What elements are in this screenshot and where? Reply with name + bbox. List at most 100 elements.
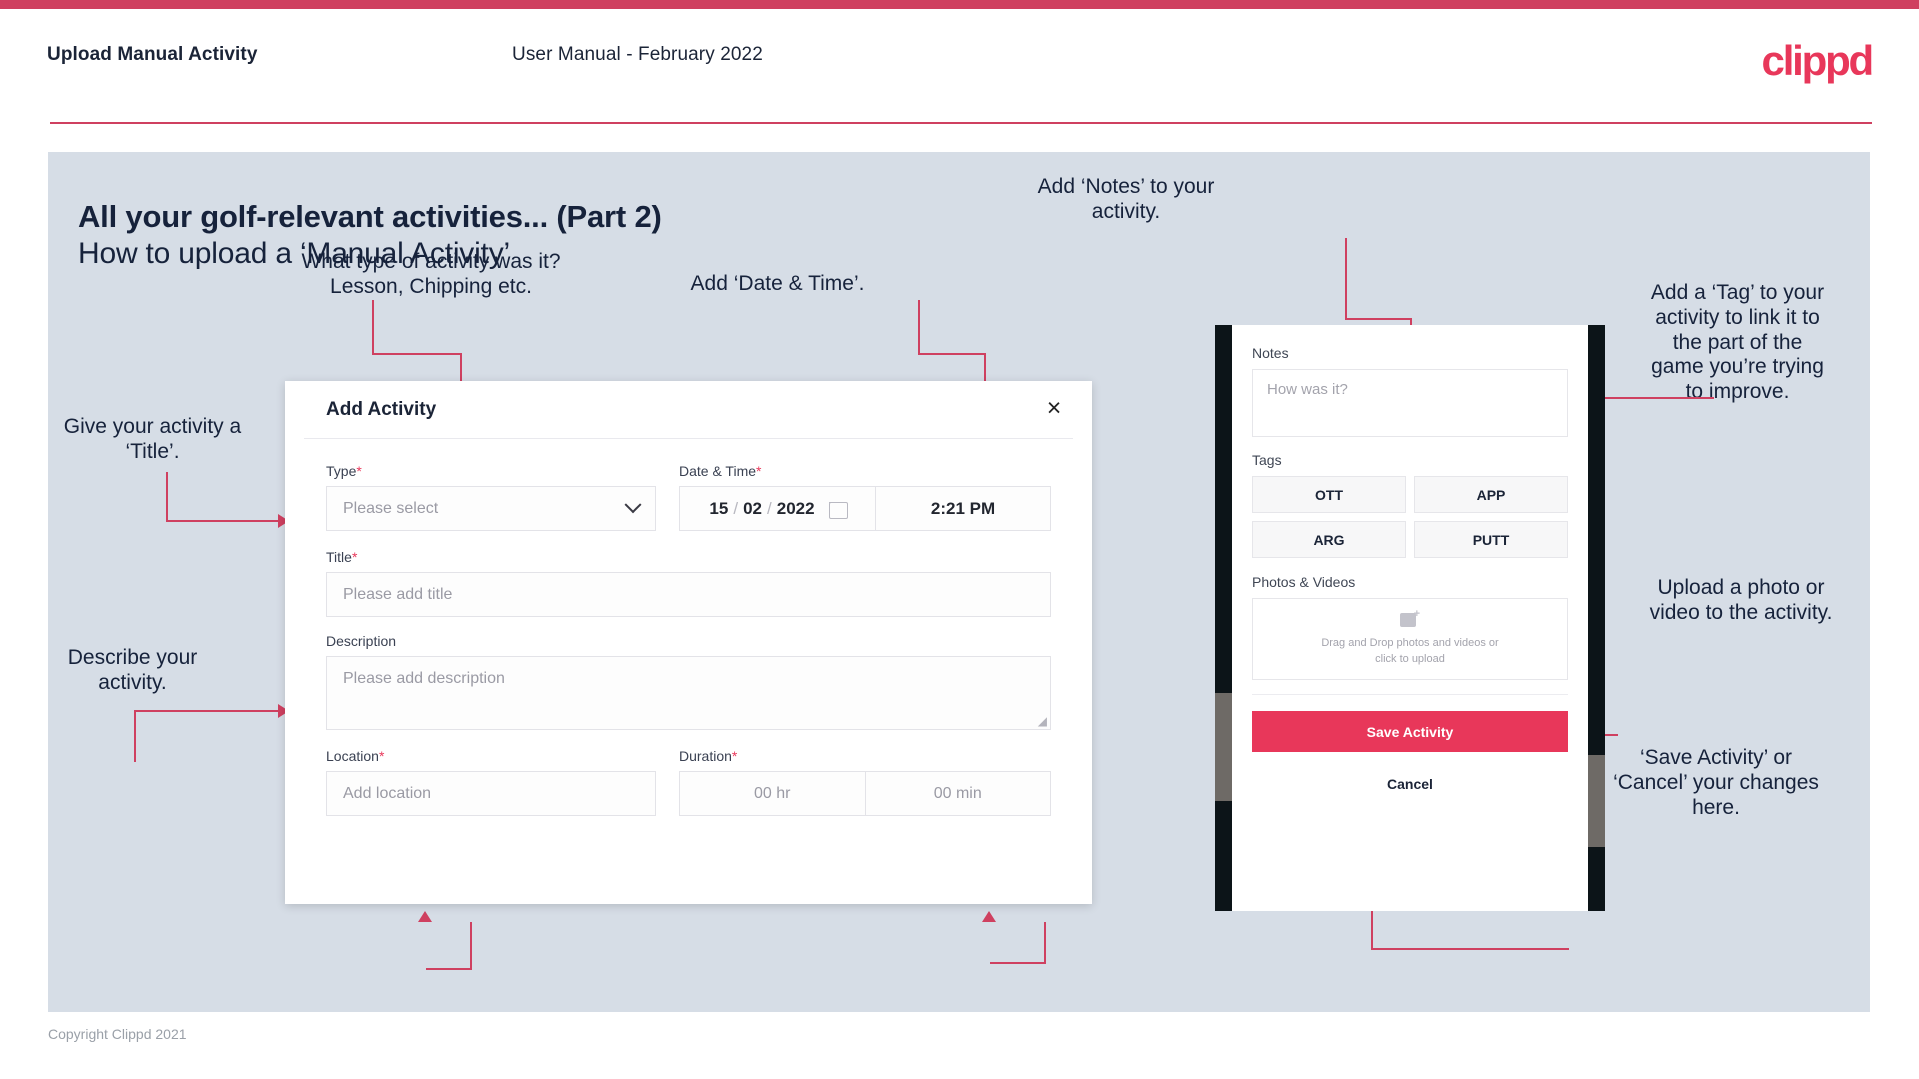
phone-button-left — [1215, 693, 1232, 801]
duration-label: Duration* — [679, 748, 1051, 764]
datetime-field-group: Date & Time* 15 / 02 / 2022 2:21 PM — [679, 463, 1051, 531]
location-label-text: Location — [326, 748, 379, 764]
calendar-icon[interactable] — [828, 500, 848, 519]
dropzone-line1: Drag and Drop photos and videos or — [1321, 636, 1499, 649]
connector-title-v — [166, 472, 168, 522]
connector-type-v1 — [372, 300, 374, 355]
slide-title: All your golf-relevant activities... (Pa… — [78, 199, 662, 234]
title-required-mark: * — [351, 549, 358, 565]
slide-page: Upload Manual Activity User Manual - Feb… — [0, 0, 1919, 1079]
page-title: Upload Manual Activity — [47, 44, 258, 65]
cancel-button[interactable]: Cancel — [1252, 776, 1568, 792]
dialog-header: Add Activity × — [304, 381, 1073, 439]
location-field-group: Location* Add location — [326, 748, 656, 816]
title-field-group: Title* Please add title — [326, 549, 1051, 617]
annotation-title: Give your activity a ‘Title’. — [63, 415, 242, 463]
location-label: Location* — [326, 748, 656, 764]
type-select-value: Please select — [343, 499, 439, 517]
type-label: Type* — [326, 463, 656, 479]
chevron-down-icon — [624, 495, 642, 513]
type-select[interactable]: Please select — [326, 486, 656, 531]
phone-button-right — [1588, 755, 1605, 847]
add-activity-dialog: Add Activity × Type* Please select Date … — [285, 381, 1092, 904]
clippd-logo: clippd — [1761, 37, 1875, 84]
connector-dur-h — [990, 962, 1046, 964]
annotation-upload: Upload a photo or video to the activity. — [1649, 576, 1833, 624]
date-month: 02 — [743, 498, 762, 518]
connector-tags-h — [1604, 397, 1714, 399]
connector-dur-v — [1044, 922, 1046, 964]
datetime-required-mark: * — [756, 463, 762, 479]
copyright-footer: Copyright Clippd 2021 — [48, 1026, 187, 1042]
duration-required-mark: * — [731, 748, 738, 764]
location-input[interactable]: Add location — [326, 771, 656, 816]
tags-grid: OTT APP ARG PUTT — [1252, 476, 1568, 558]
duration-hours-input[interactable]: 00 hr — [679, 771, 866, 816]
notes-textarea[interactable]: How was it? — [1252, 369, 1568, 437]
tag-arg[interactable]: ARG — [1252, 521, 1406, 558]
duration-label-text: Duration — [679, 748, 732, 764]
connector-loc-h — [426, 968, 472, 970]
phone-screen: Notes How was it? Tags OTT APP ARG PUTT … — [1232, 325, 1588, 911]
description-label: Description — [326, 633, 397, 649]
title-label: Title* — [326, 549, 1051, 565]
date-sep-2: / — [767, 498, 772, 518]
date-year: 2022 — [776, 498, 815, 518]
top-accent-bar — [0, 0, 1919, 9]
annotation-description: Describe your activity. — [67, 646, 198, 694]
save-activity-button[interactable]: Save Activity — [1252, 711, 1568, 752]
connector-title-h — [166, 520, 280, 522]
time-input[interactable]: 2:21 PM — [875, 486, 1051, 531]
resize-grip-icon[interactable]: ◢ — [1036, 715, 1047, 727]
description-textarea[interactable]: Please add description ◢ — [326, 656, 1051, 730]
type-required-mark: * — [356, 463, 362, 479]
connector-save-h — [1371, 948, 1569, 950]
datetime-label-text: Date & Time — [679, 463, 757, 479]
notes-label: Notes — [1252, 345, 1289, 361]
connector-loc-v — [470, 922, 472, 970]
location-duration-row: Location* Add location Duration* 00 hr 0… — [326, 748, 1051, 816]
duration-minutes-input[interactable]: 00 min — [865, 771, 1051, 816]
phone-bezel-left — [1215, 325, 1232, 911]
dialog-title: Add Activity — [326, 399, 437, 420]
date-input[interactable]: 15 / 02 / 2022 — [679, 486, 875, 531]
connector-type-h — [372, 353, 462, 355]
description-placeholder: Please add description — [343, 670, 505, 687]
connector-dt-h — [918, 353, 986, 355]
document-subtitle: User Manual - February 2022 — [512, 44, 763, 65]
duration-inputs: 00 hr 00 min — [679, 771, 1051, 816]
tags-label: Tags — [1252, 452, 1282, 468]
phone-divider — [1252, 694, 1568, 695]
title-label-text: Title — [326, 549, 352, 565]
date-day: 15 — [709, 498, 729, 518]
tag-putt[interactable]: PUTT — [1414, 521, 1568, 558]
phone-mockup: Notes How was it? Tags OTT APP ARG PUTT … — [1215, 325, 1605, 911]
dropzone-text: Drag and Drop photos and videos or click… — [1321, 636, 1498, 668]
photo-dropzone[interactable]: + Drag and Drop photos and videos or cli… — [1252, 598, 1568, 680]
annotation-datetime: Add ‘Date & Time’. — [690, 272, 865, 295]
type-field-group: Type* Please select — [326, 463, 656, 531]
type-label-text: Type — [326, 463, 357, 479]
location-required-mark: * — [378, 748, 385, 764]
photos-label: Photos & Videos — [1252, 574, 1356, 590]
tag-ott[interactable]: OTT — [1252, 476, 1406, 513]
duration-field-group: Duration* 00 hr 00 min — [679, 748, 1051, 816]
connector-dur-arrow — [982, 911, 996, 922]
dialog-body: Type* Please select Date & Time* 15 / 02… — [285, 463, 1092, 816]
plus-shape: + — [1413, 607, 1420, 620]
annotation-type: What type of activity was it? Lesson, Ch… — [301, 250, 561, 298]
connector-loc-arrow — [418, 911, 432, 922]
connector-notes-v — [1345, 238, 1347, 320]
connector-notes-h — [1345, 318, 1412, 320]
close-icon[interactable]: × — [1039, 393, 1069, 423]
connector-dt-v1 — [918, 300, 920, 355]
dropzone-line2: click to upload — [1375, 652, 1445, 665]
description-field-group: Description Please add description ◢ — [326, 633, 1051, 730]
datetime-inputs: 15 / 02 / 2022 2:21 PM — [679, 486, 1051, 531]
tag-app[interactable]: APP — [1414, 476, 1568, 513]
date-sep-1: / — [733, 498, 739, 518]
datetime-label: Date & Time* — [679, 463, 1051, 479]
connector-desc-h — [134, 710, 280, 712]
title-input[interactable]: Please add title — [326, 572, 1051, 617]
connector-desc-v — [134, 710, 136, 762]
